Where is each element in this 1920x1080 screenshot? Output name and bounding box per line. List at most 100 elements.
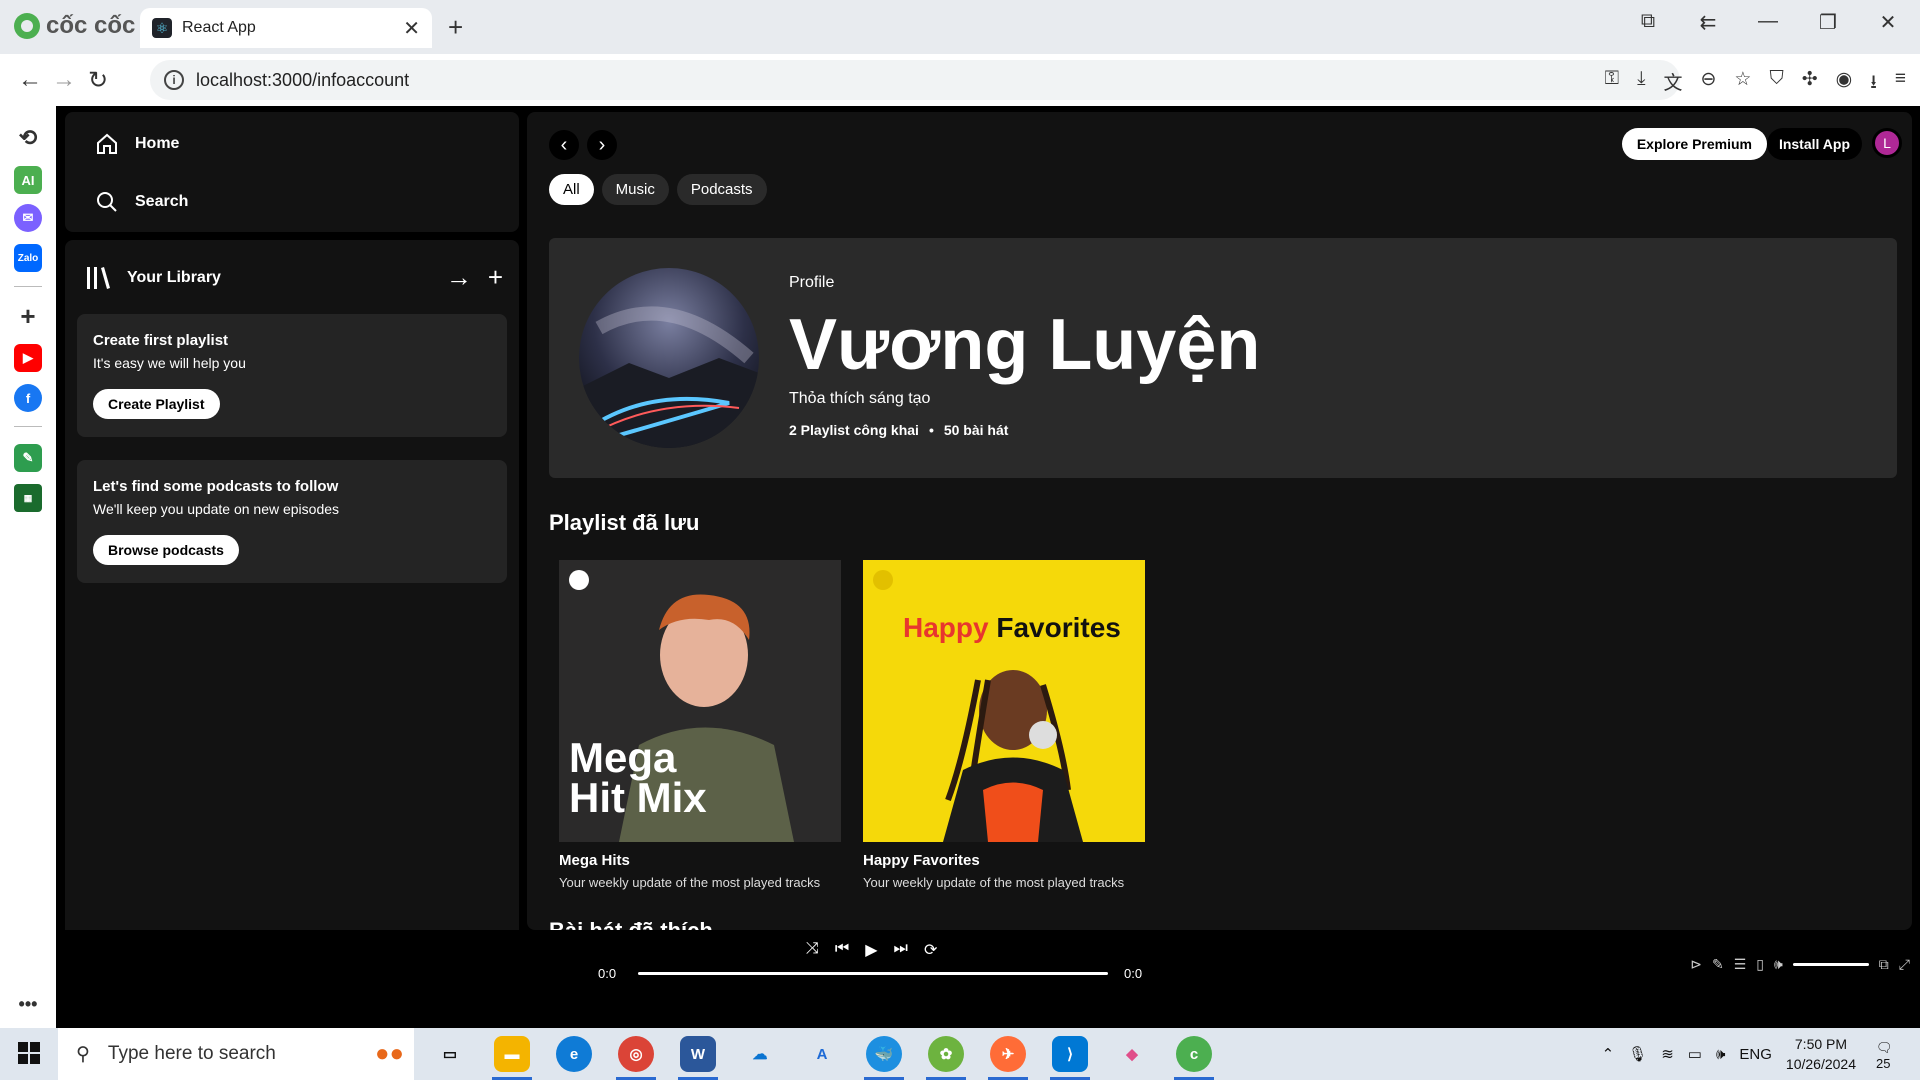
notes-icon[interactable]: ✎ [14,444,42,472]
volume-slider[interactable] [1792,963,1869,966]
add-app-icon[interactable]: + [14,301,42,331]
translate-icon[interactable]: 文 [1663,68,1682,100]
download-icon[interactable]: ⭳ [1870,68,1877,100]
windows-start-icon[interactable] [18,1042,40,1064]
chrome-icon[interactable]: ◎ [618,1036,654,1072]
shield-icon[interactable]: ⛉ [1769,68,1783,100]
next-icon[interactable]: ⏭ [894,940,908,960]
chip-music[interactable]: Music [601,174,669,205]
spring-icon[interactable]: ✿ [928,1036,964,1072]
happy-favorites-cover-art [863,560,1145,842]
clock[interactable]: 7:50 PM 10/26/2024 [1786,1034,1856,1074]
playlist-card[interactable]: Mega Hit Mix Mega Hits Your weekly updat… [559,560,841,890]
colorful-app-icon[interactable]: ◆ [1114,1036,1150,1072]
fullscreen-icon[interactable]: ⤢ [1899,956,1910,973]
play-icon[interactable]: ▶ [865,940,877,960]
forward-button[interactable]: → [52,66,76,94]
notification-center[interactable]: 🗨 25 [1876,1040,1906,1071]
speaker-icon[interactable]: 🕪 [1716,1046,1725,1063]
nav-home[interactable]: Home [95,132,179,156]
battery-icon[interactable]: ▭ [1688,1045,1702,1063]
history-icon[interactable]: ⟲ [14,124,42,152]
onedrive-icon[interactable]: ☁ [742,1036,778,1072]
library-title[interactable]: Your Library [127,269,221,287]
zoom-out-icon[interactable]: ⊖ [1701,68,1717,100]
ai-icon[interactable]: AI [14,166,42,194]
minimize-button[interactable]: — [1756,10,1780,35]
connect-device-icon[interactable]: ▯ [1756,956,1764,973]
explore-premium-button[interactable]: Explore Premium [1621,128,1767,160]
repeat-icon[interactable]: ⟳ [924,940,937,960]
task-view-icon[interactable]: ▭ [432,1036,468,1072]
more-icon[interactable]: ••• [14,990,42,1018]
browse-podcasts-button[interactable]: Browse podcasts [93,535,239,565]
taskbar-search[interactable]: ⚲ Type here to search ●● [58,1028,414,1080]
zalo-icon[interactable]: Zalo [14,244,42,272]
browser-logo[interactable]: cốc cốc [14,12,135,40]
install-icon[interactable]: ⤓ [1637,68,1645,100]
shuffle-icon[interactable]: ⤨ [806,940,819,960]
profile-avatar[interactable] [579,268,759,448]
lyrics-icon[interactable]: ✎ [1712,956,1724,973]
maximize-button[interactable]: ❐ [1816,10,1840,35]
expand-library-icon[interactable]: → [446,262,472,293]
browser-brand: cốc cốc [46,12,136,39]
nav-panel: Home Search [65,112,519,232]
system-tray: ⌃ 🎙 ≋ ▭ 🕪 ENG 7:50 PM 10/26/2024 [1602,1034,1856,1074]
history-back-button[interactable]: ‹ [549,130,579,160]
menu-icon[interactable]: ≡ [1895,68,1906,100]
now-playing-view-icon[interactable]: ⊳ [1690,956,1702,973]
mega-hits-cover-text: Mega Hit Mix [569,737,707,819]
previous-icon[interactable]: ⏮ [835,940,849,960]
profile-icon[interactable]: ◉ [1836,68,1853,100]
coccoc-taskbar-icon[interactable]: c [1176,1036,1212,1072]
clock-date: 10/26/2024 [1785,1056,1856,1072]
user-avatar[interactable]: L [1872,128,1902,158]
vscode-icon[interactable]: ⟩ [1052,1036,1088,1072]
back-button[interactable]: ← [18,66,42,94]
chip-podcasts[interactable]: Podcasts [676,174,767,205]
chip-all[interactable]: All [549,174,594,205]
edge-icon[interactable]: e [556,1036,592,1072]
nav-search[interactable]: Search [95,190,188,214]
new-tab-button[interactable]: + [448,12,463,43]
app-store-icon[interactable]: A [804,1036,840,1072]
close-window-button[interactable]: ✕ [1876,10,1900,35]
close-tab-icon[interactable]: ✕ [403,16,420,41]
wifi-icon[interactable]: ≋ [1661,1045,1674,1063]
bookmark-star-icon[interactable]: ☆ [1734,68,1751,100]
extensions-icon[interactable]: ✣ [1802,68,1818,100]
postman-icon[interactable]: ✈ [990,1036,1026,1072]
history-forward-button[interactable]: › [587,130,617,160]
library-icon[interactable] [85,265,111,291]
youtube-icon[interactable]: ▶ [14,344,42,372]
microphone-icon[interactable]: 🎙 [1628,1045,1647,1063]
back-list-icon[interactable]: ⇇ [1696,10,1720,35]
docker-icon[interactable]: 🐳 [866,1036,902,1072]
create-playlist-button[interactable]: Create Playlist [93,389,220,419]
word-icon[interactable]: W [680,1036,716,1072]
podcast-card-title: Let's find some podcasts to follow [93,478,339,495]
file-explorer-icon[interactable]: ▬ [494,1036,530,1072]
volume-icon[interactable]: 🕪 [1774,956,1783,973]
elapsed-time: 0:0 [598,966,617,981]
browser-tab[interactable]: ⚛ React App ✕ [140,8,432,48]
mini-player-icon[interactable]: ⧉ [1879,956,1889,973]
facebook-icon[interactable]: f [14,384,42,412]
game-app-icon[interactable]: ▦ [14,484,42,512]
url-field[interactable]: i localhost:3000/infoaccount [150,60,1680,100]
site-info-icon[interactable]: i [164,70,184,90]
screenshot-icon[interactable]: ⧉ [1636,10,1660,35]
nav-home-label: Home [135,135,180,152]
install-app-button[interactable]: Install App [1766,128,1862,160]
chevron-up-icon[interactable]: ⌃ [1602,1045,1615,1063]
messenger-icon[interactable]: ✉ [14,204,42,232]
create-icon[interactable]: + [488,262,503,293]
key-icon[interactable]: ⚿ [1605,68,1619,100]
progress-bar[interactable] [638,972,1108,975]
queue-icon[interactable]: ☰ [1734,956,1747,973]
reload-button[interactable]: ↻ [88,66,108,95]
playlist-card[interactable]: Happy Favorites Happy Favorites Your wee… [863,560,1145,890]
notification-count: 25 [1876,1056,1891,1071]
language-indicator[interactable]: ENG [1739,1046,1772,1063]
